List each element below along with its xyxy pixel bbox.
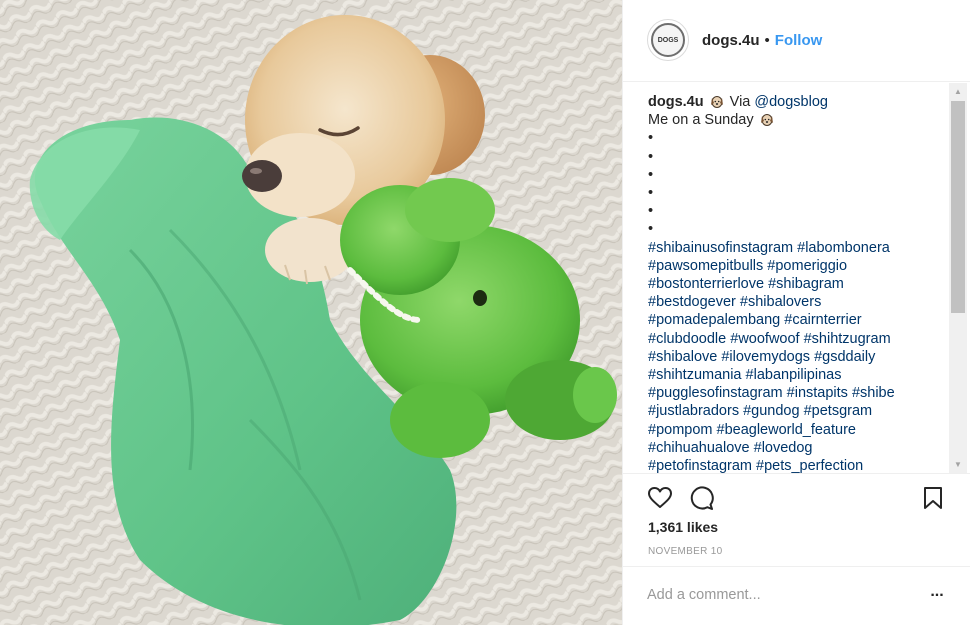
hashtag-link[interactable]: #bostonterrierlove: [648, 276, 764, 292]
hashtag-line: #pawsomepitbulls #pomeriggio: [648, 257, 948, 275]
hashtag-line: #shibalove #ilovemydogs #gsddaily: [648, 348, 948, 366]
hashtag-link[interactable]: #clubdoodle: [648, 331, 726, 347]
post-photo[interactable]: [0, 0, 622, 625]
avatar[interactable]: DOGS: [647, 19, 689, 61]
hashtag-link[interactable]: #shihtzugram: [804, 331, 891, 347]
caption-line-1: dogs.4u Via @dogsblog: [648, 93, 948, 111]
hashtag-link[interactable]: #shibalovers: [740, 294, 821, 310]
hashtag-link[interactable]: #pomadepalembang: [648, 312, 780, 328]
hashtag-link[interactable]: #cairnterrier: [784, 312, 861, 328]
comment-row: ...: [623, 566, 970, 625]
caption: dogs.4u Via @dogsblog Me on a Sunday • •…: [648, 93, 948, 473]
hashtag-line: #petofinstagram #pets_perfection: [648, 457, 948, 473]
dog-emoji-icon: [710, 96, 723, 108]
hashtag-link[interactable]: #labombonera: [797, 240, 890, 256]
separator-dot: •: [764, 32, 770, 49]
hashtag-link[interactable]: #pugglesofinstagram: [648, 385, 783, 401]
hashtag-link[interactable]: #petofinstagram: [648, 458, 752, 473]
caption-mention-link[interactable]: @dogsblog: [754, 94, 828, 110]
caption-text: Me on a Sunday: [648, 112, 754, 129]
hashtag-line: #bestdogever #shibalovers: [648, 293, 948, 311]
hashtag-line: #pugglesofinstagram #instapits #shibe: [648, 384, 948, 402]
action-bar: [623, 473, 970, 521]
dog-emoji-icon: [760, 114, 773, 127]
hashtag-link[interactable]: #pets_perfection: [756, 458, 863, 473]
puppy-photo-image: [0, 0, 622, 625]
hashtag-line: #bostonterrierlove #shibagram: [648, 275, 948, 293]
post-side-panel: DOGS dogs.4u • Follow dogs.4u Via @dogsblo…: [622, 0, 970, 625]
hashtag-link[interactable]: #shibagram: [768, 276, 844, 292]
hashtag-link[interactable]: #lovedog: [754, 440, 813, 456]
more-options-icon[interactable]: ...: [927, 584, 947, 605]
hashtag-link[interactable]: #petsgram: [804, 403, 873, 419]
hashtag-link[interactable]: #bestdogever: [648, 294, 736, 310]
hashtag-line: #justlabradors #gundog #petsgram: [648, 402, 948, 420]
post-header: DOGS dogs.4u • Follow: [623, 0, 970, 82]
comment-icon[interactable]: [689, 485, 715, 511]
hashtag-line: #chihuahualove #lovedog: [648, 439, 948, 457]
hashtag-link[interactable]: #woofwoof: [730, 331, 799, 347]
header-user-row: dogs.4u • Follow: [702, 32, 822, 49]
scroll-thumb[interactable]: [951, 101, 965, 313]
caption-bullet: •: [648, 130, 654, 147]
scroll-up-arrow-icon[interactable]: ▲: [949, 83, 967, 100]
caption-scrollbar[interactable]: ▲ ▼: [949, 83, 967, 473]
hashtag-list: #shibainusofinstagram #labombonera #pawso…: [648, 239, 948, 473]
caption-bullet: •: [648, 148, 654, 165]
hashtag-line: #clubdoodle #woofwoof #shihtzugram: [648, 330, 948, 348]
hashtag-link[interactable]: #shihtzumania: [648, 367, 742, 383]
follow-button[interactable]: Follow: [775, 32, 823, 49]
scroll-down-arrow-icon[interactable]: ▼: [949, 456, 967, 473]
hashtag-link[interactable]: #gsddaily: [814, 349, 875, 365]
hashtag-line: #shibainusofinstagram #labombonera: [648, 239, 948, 257]
hashtag-link[interactable]: #ilovemydogs: [721, 349, 810, 365]
hashtag-link[interactable]: #beagleworld_feature: [717, 422, 856, 438]
hashtag-line: #shihtzumania #labanpilipinas: [648, 366, 948, 384]
likes-count[interactable]: 1,361 likes: [648, 519, 718, 535]
caption-bullet: •: [648, 185, 654, 202]
bookmark-icon[interactable]: [920, 485, 946, 511]
heart-icon[interactable]: [647, 485, 673, 511]
hashtag-link[interactable]: #shibalove: [648, 349, 717, 365]
post-date[interactable]: NOVEMBER 10: [648, 546, 722, 557]
avatar-logo: DOGS: [651, 23, 685, 57]
hashtag-link[interactable]: #instapits: [787, 385, 848, 401]
hashtag-link[interactable]: #labanpilipinas: [746, 367, 842, 383]
comment-input[interactable]: [647, 584, 917, 606]
hashtag-link[interactable]: #shibainusofinstagram: [648, 240, 793, 256]
hashtag-link[interactable]: #pawsomepitbulls: [648, 258, 763, 274]
caption-bullet: •: [648, 203, 654, 220]
hashtag-line: #pomadepalembang #cairnterrier: [648, 311, 948, 329]
caption-via: Via: [729, 94, 751, 110]
caption-line-2: Me on a Sunday: [648, 111, 948, 129]
username-link[interactable]: dogs.4u: [702, 32, 760, 49]
hashtag-link[interactable]: #chihuahualove: [648, 440, 750, 456]
caption-bullet: •: [648, 221, 654, 238]
caption-bullet: •: [648, 166, 654, 183]
hashtag-link[interactable]: #gundog: [743, 403, 799, 419]
hashtag-line: #pompom #beagleworld_feature: [648, 421, 948, 439]
hashtag-link[interactable]: #shibe: [852, 385, 895, 401]
hashtag-link[interactable]: #pompom: [648, 422, 712, 438]
hashtag-link[interactable]: #justlabradors: [648, 403, 739, 419]
caption-username[interactable]: dogs.4u: [648, 94, 704, 110]
hashtag-link[interactable]: #pomeriggio: [767, 258, 847, 274]
